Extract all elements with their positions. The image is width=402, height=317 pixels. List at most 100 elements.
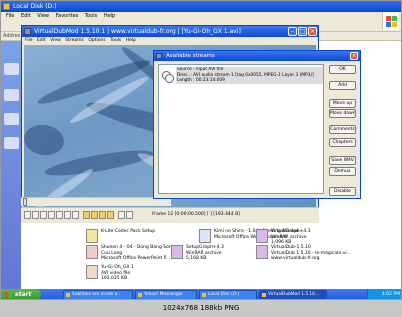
move-down-button[interactable]: Move down [329, 109, 356, 118]
chapters-button[interactable]: Chapters [329, 138, 356, 147]
file-icon [86, 245, 98, 259]
frame-info: Frame 12 [0:00:00.500] [ ] [193.444 B] [152, 212, 240, 217]
windows-logo-icon [5, 292, 12, 298]
taskbar-item-label: Local Disk (D:) [208, 292, 240, 297]
menu-help[interactable]: Help [126, 38, 136, 43]
comments-button[interactable]: Comments [329, 125, 356, 134]
file-size: 5,168 KB [186, 256, 207, 261]
menu-edit[interactable]: Edit [37, 38, 46, 43]
scene-forward-icon[interactable] [107, 211, 114, 219]
winrar-archive-icon [256, 229, 268, 243]
folder-icon [3, 3, 10, 10]
start-icon[interactable] [48, 211, 55, 219]
taskbar: start Subtitles are inside a... Yahoo! M… [1, 289, 401, 299]
file-type: WinRAR archive [186, 250, 222, 256]
file-type: AVI video file [101, 270, 131, 276]
file-type: WinRAR archive [271, 234, 307, 240]
taskbar-item[interactable]: Local Disk (D:) [199, 290, 257, 299]
audio-stream-icon [162, 71, 174, 83]
menu-streams[interactable]: Streams [65, 38, 84, 43]
prev-keyframe-icon[interactable] [83, 211, 90, 219]
word-document-icon [199, 229, 211, 243]
task-group[interactable] [4, 137, 19, 149]
menu-edit[interactable]: Edit [21, 13, 31, 19]
menu-file[interactable]: File [25, 38, 33, 43]
file-name: Microsoft Office PowerPoint P... [101, 256, 170, 261]
menu-view[interactable]: View [37, 13, 49, 19]
move-up-button[interactable]: Move up [329, 99, 356, 108]
task-group[interactable] [4, 89, 19, 101]
winrar-archive-icon [256, 245, 268, 259]
stream-list-item[interactable]: Source : Input AVI file Desc. : AVI audi… [176, 67, 323, 84]
save-wav-button[interactable]: Save WAV [329, 156, 356, 165]
virtualdub-app-icon [24, 28, 31, 35]
file-icon [86, 229, 98, 243]
image-caption: 1024x768 188kb PNG [0, 300, 402, 317]
taskbar-item[interactable]: Subtitles are inside a... [63, 290, 133, 299]
folder-icon [202, 293, 206, 297]
virtualdub-title: VirtualDubMod 1.5.10.1 | www.virtualdub-… [34, 28, 241, 35]
demux-button[interactable]: Demux [329, 167, 356, 176]
explorer-title-bar[interactable]: Local Disk (D:) [1, 1, 401, 12]
stop-icon[interactable] [24, 211, 31, 219]
forward-icon[interactable] [64, 211, 71, 219]
dialog-close-button[interactable]: × [350, 52, 358, 60]
messenger-icon [138, 293, 142, 297]
next-keyframe-icon[interactable] [91, 211, 98, 219]
close-button[interactable]: × [308, 27, 317, 36]
file-type: Cuu Long [101, 250, 123, 256]
menu-tools[interactable]: Tools [85, 13, 97, 19]
ok-button[interactable]: OK [329, 65, 356, 74]
menu-favorites[interactable]: Favorites [56, 13, 79, 19]
menu-options[interactable]: Options [88, 38, 105, 43]
menu-help[interactable]: Help [104, 13, 115, 19]
dialog-title-bar[interactable]: Available streams [154, 51, 360, 61]
end-icon[interactable] [72, 211, 79, 219]
clock[interactable]: 4:02 PM [382, 292, 400, 297]
menu-tools[interactable]: Tools [110, 38, 121, 43]
dialog-title: Available streams [166, 53, 215, 59]
mark-in-icon[interactable] [118, 211, 125, 219]
file-type: VirtualDub 1.5.10 ‑ le-magician.vi... [271, 250, 351, 256]
taskbar-item-label: Yahoo! Messenger [144, 292, 184, 297]
play-output-icon[interactable] [40, 211, 47, 219]
menu-file[interactable]: File [6, 13, 14, 19]
file-name: SetupGraph+4.3 [186, 245, 224, 250]
disable-button[interactable]: Disable [329, 187, 356, 196]
available-streams-dialog: Available streams × Source : Input AVI f… [153, 50, 361, 199]
task-group[interactable] [4, 113, 19, 125]
taskbar-item-label: VirtualDubMod 1.5.10... [268, 292, 319, 297]
back-icon[interactable] [56, 211, 63, 219]
menu-view[interactable]: View [50, 38, 61, 43]
play-input-icon[interactable] [32, 211, 39, 219]
winrar-archive-icon [171, 245, 183, 259]
minimize-button[interactable]: – [288, 27, 297, 36]
start-button[interactable]: start [1, 289, 41, 299]
file-name: Shonen 4 ‑ 04 ‑ Dong Bang Song [101, 245, 175, 250]
task-group[interactable] [4, 63, 19, 75]
video-file-icon [86, 265, 98, 279]
maximize-button[interactable]: □ [298, 27, 307, 36]
virtualdub-title-bar[interactable]: VirtualDubMod 1.5.10.1 | www.virtualdub-… [22, 26, 318, 37]
stream-length: Length : 00:23:14.009 [177, 78, 225, 83]
file-name: K-Lite Codec Pack Setup [101, 229, 156, 234]
start-label: start [15, 291, 32, 298]
taskbar-item[interactable]: Yahoo! Messenger [135, 290, 197, 299]
screenshot: Local Disk (D:) File Edit View Favorites… [0, 0, 402, 300]
explorer-title: Local Disk (D:) [13, 3, 57, 10]
slider-thumb[interactable] [23, 198, 27, 206]
position-slider[interactable] [21, 197, 171, 206]
add-button[interactable]: Add [329, 81, 356, 90]
address-label: Addres [3, 33, 21, 39]
explorer-menu-bar: File Edit View Favorites Tools Help [1, 12, 401, 21]
windows-flag-icon [382, 12, 399, 30]
taskbar-item-label: Subtitles are inside a... [72, 292, 122, 297]
dialog-app-icon [156, 53, 162, 59]
explorer-task-pane [1, 41, 21, 289]
stream-list[interactable]: Source : Input AVI file Desc. : AVI audi… [158, 64, 324, 194]
mark-out-icon[interactable] [126, 211, 133, 219]
file-name: VirtualGraph+4.3 [271, 229, 311, 234]
file-name: Yu-Gi-Oh_GX 1 [101, 265, 134, 270]
taskbar-item-active[interactable]: VirtualDubMod 1.5.10... [259, 290, 327, 299]
scene-back-icon[interactable] [99, 211, 106, 219]
